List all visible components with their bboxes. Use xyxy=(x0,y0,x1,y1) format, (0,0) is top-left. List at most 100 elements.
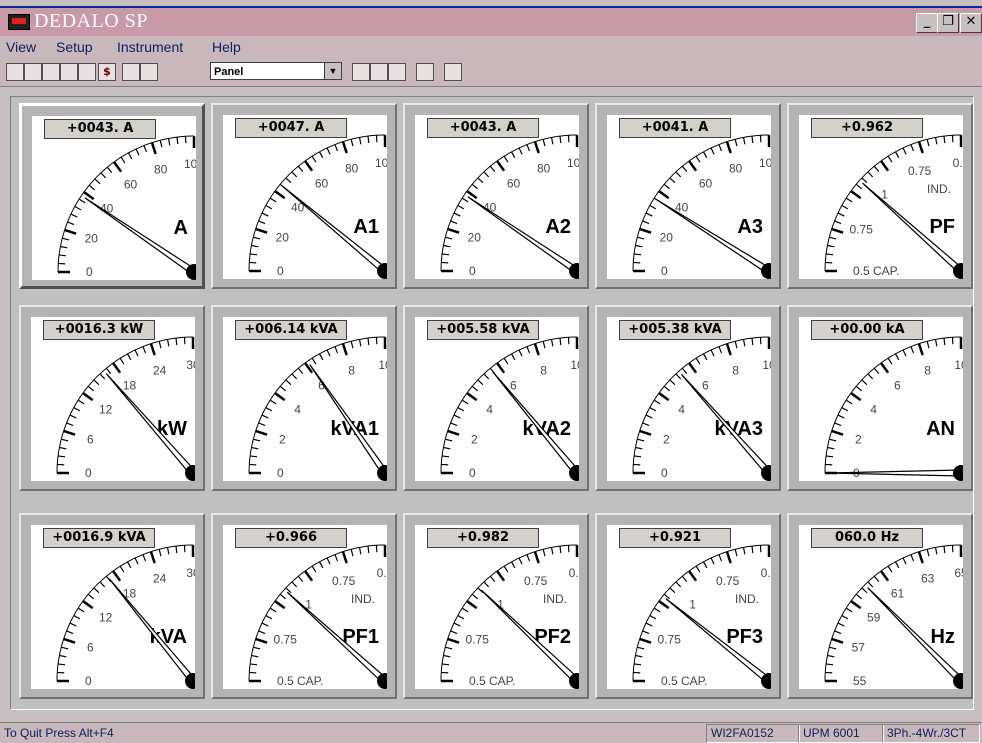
exit-icon[interactable] xyxy=(444,63,462,81)
gauge-tick xyxy=(101,173,106,178)
view-combo[interactable]: Panel ▼ xyxy=(210,62,342,80)
gauge-tick xyxy=(168,547,169,554)
meter-gauge[interactable]: 020406080100A+0043. A xyxy=(19,103,205,289)
gauge-scale-label: 0 xyxy=(469,466,476,480)
meter-gauge[interactable]: 0246810kVA3+005.38 kVA xyxy=(595,305,781,491)
connect-icon[interactable] xyxy=(352,63,370,81)
gauge-scale-label: 0.5 CAP. xyxy=(469,674,515,688)
gauge-tick xyxy=(711,350,714,356)
gauge-tick xyxy=(443,246,450,247)
save-icon[interactable] xyxy=(42,63,60,81)
meter-gauge[interactable]: 0.5 CAP.0.7510.750.5IND.PF3+0.921 xyxy=(595,513,781,699)
window-icon[interactable] xyxy=(24,63,42,81)
minimize-button[interactable]: _ xyxy=(916,13,938,33)
gauge-face: 020406080100A1+0047. A xyxy=(223,115,387,279)
gauge-scale-label: 24 xyxy=(153,571,167,585)
status-model: UPM 6001 xyxy=(798,724,884,743)
gauge-scale-label: 6 xyxy=(894,379,901,393)
chevron-down-icon[interactable]: ▼ xyxy=(324,63,341,79)
gauge-tick xyxy=(94,380,99,385)
gauge-tick xyxy=(504,358,508,364)
gauge-tick xyxy=(160,140,162,147)
gauge-scale-label: 55 xyxy=(853,674,867,688)
gauge-scale-label: 0.5 xyxy=(761,566,771,580)
gauge-tick xyxy=(560,136,561,143)
meter-gauge[interactable]: 555759616365Hz060.0 Hz xyxy=(787,513,973,699)
gauge-tick xyxy=(286,380,291,385)
gauge-tick xyxy=(343,344,347,355)
app-icon[interactable] xyxy=(8,14,30,30)
close-button[interactable]: ✕ xyxy=(960,13,982,33)
meter-gauge[interactable]: 0.5 CAP.0.7510.750.5IND.PF2+0.982 xyxy=(403,513,589,699)
gauge-tick xyxy=(305,161,312,171)
meter-gauge[interactable]: 0246810kVA2+005.58 kVA xyxy=(403,305,589,491)
device-icon[interactable] xyxy=(370,63,388,81)
gauge-scale-label: 0.5 xyxy=(377,566,387,580)
gauge-face: 0246810kVA1+006.14 kVA xyxy=(223,317,387,481)
meter-gauge[interactable]: 0.5 CAP.0.7510.750.5IND.PF+0.962 xyxy=(787,103,973,289)
meter-gauge[interactable]: 0612182430kVA+0016.9 kVA xyxy=(19,513,205,699)
meter-gauge[interactable]: 0.5 CAP.0.7510.750.5IND.PF1+0.966 xyxy=(211,513,397,699)
gauge-tick xyxy=(703,562,706,568)
gauge-tick xyxy=(280,386,285,390)
gauge-tick xyxy=(298,576,302,581)
gauge-tick xyxy=(650,407,656,410)
gauge-tick xyxy=(251,448,258,449)
gauge-tick xyxy=(659,191,669,198)
zoom-icon[interactable] xyxy=(140,63,158,81)
gauge-tick xyxy=(643,631,650,634)
menu-help[interactable]: Help xyxy=(212,39,241,55)
gauge-tick xyxy=(107,167,111,172)
gauge-tick xyxy=(275,601,285,608)
meter-gauge[interactable]: 020406080100A1+0047. A xyxy=(211,103,397,289)
gauge-tick xyxy=(79,199,85,203)
meter-gauge[interactable]: 0246810kVA1+006.14 kVA xyxy=(211,305,397,491)
gauge-tick xyxy=(504,566,508,572)
gauge-tick xyxy=(95,179,100,184)
meter-gauge[interactable]: 020406080100A3+0041. A xyxy=(595,103,781,289)
meter-gauge[interactable]: 020406080100A2+0043. A xyxy=(403,103,589,289)
gauge-tick xyxy=(727,552,731,563)
title-bar[interactable]: DEDALO SP _ ❐ ✕ xyxy=(0,6,982,36)
menu-view[interactable]: View xyxy=(6,39,36,55)
gauge-tick xyxy=(659,601,669,608)
menu-setup[interactable]: Setup xyxy=(56,39,93,55)
gauge-tick xyxy=(59,656,66,657)
gauge-tick xyxy=(442,254,449,255)
gauge-tick xyxy=(744,339,745,346)
gauge-tick xyxy=(351,139,353,146)
gauge-readout: +0043. A xyxy=(427,118,539,138)
gauge-tick xyxy=(835,221,842,224)
gauge-scale-label: 60 xyxy=(507,177,521,191)
window-title: DEDALO SP xyxy=(34,10,148,33)
new-icon[interactable] xyxy=(6,63,24,81)
gauge-tick xyxy=(462,400,468,404)
gauge-tick xyxy=(689,363,696,373)
gauge-tick xyxy=(266,615,272,618)
gauge-tick xyxy=(61,647,68,649)
maximize-button[interactable]: ❐ xyxy=(937,13,959,33)
gauge-dial: 0.5 CAP.0.7510.750.5IND.PF xyxy=(799,115,963,279)
gauge-tick xyxy=(936,339,937,346)
gauge-face: 0612182430kVA+0016.9 kVA xyxy=(31,525,195,689)
gauge-tick xyxy=(458,205,464,208)
filter-icon[interactable] xyxy=(388,63,406,81)
gauge-tick xyxy=(829,439,836,441)
gauge-tick xyxy=(448,229,459,233)
gauge-tick xyxy=(874,166,878,171)
gauge-tick xyxy=(635,656,642,657)
stop-icon[interactable] xyxy=(416,63,434,81)
cost-icon[interactable]: $ xyxy=(98,63,116,81)
menu-instrument[interactable]: Instrument xyxy=(117,39,183,55)
meter-gauge[interactable]: 0612182430kW+0016.3 kW xyxy=(19,305,205,491)
gauge-dial: 0246810AN xyxy=(799,317,963,481)
gauge-tick xyxy=(176,338,177,345)
meter-gauge[interactable]: 0246810AN+00.00 kA xyxy=(787,305,973,491)
gauge-tick xyxy=(634,664,641,665)
gauge-tick xyxy=(312,156,316,162)
chart-bar-icon[interactable] xyxy=(78,63,96,81)
chart-line-icon[interactable] xyxy=(60,63,78,81)
gauge-tick xyxy=(168,339,169,346)
binoculars-icon[interactable] xyxy=(122,63,140,81)
gauge-tick xyxy=(89,185,94,189)
